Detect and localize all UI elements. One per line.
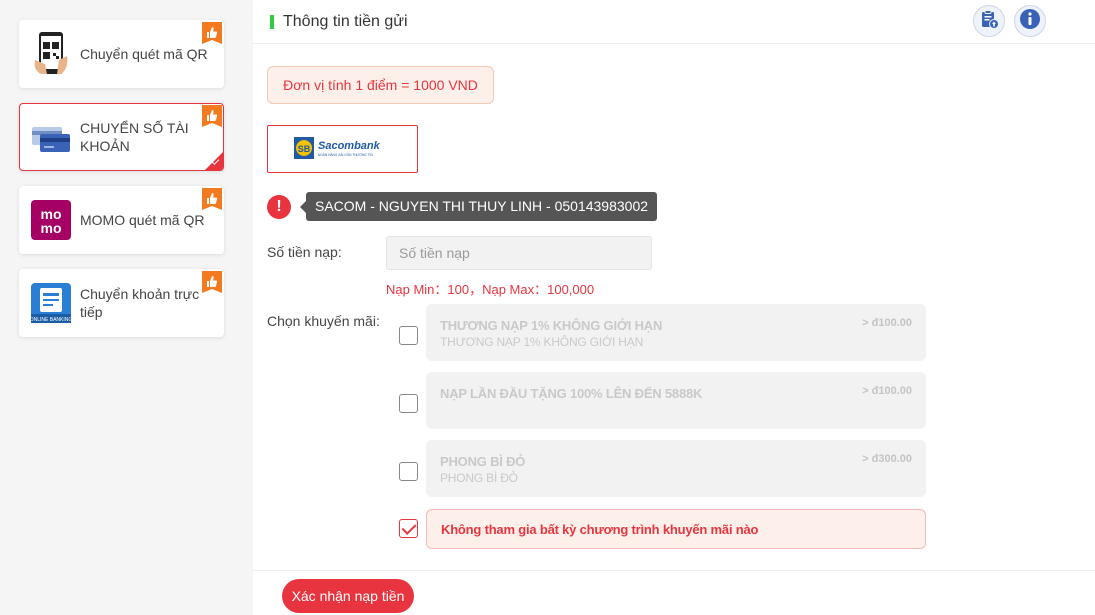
method-momo-qr[interactable]: mo mo MOMO quét mã QR <box>19 186 224 254</box>
promo-checkbox[interactable] <box>399 462 418 481</box>
method-label: Chuyển khoản trực tiếp <box>80 286 200 320</box>
deposit-limits: Nạp Min：100，Nạp Max：100,000 <box>386 282 595 297</box>
amount-label: Số tiền nạp: <box>267 244 342 260</box>
sacombank-logo-icon: SB Sacombank NGÂN HÀNG SÀI GÒN THƯƠNG TÍ… <box>293 137 381 159</box>
promo-option[interactable]: THƯƠNG NẠP 1% KHÔNG GIỚI HẠN THƯƠNG NẠP … <box>426 304 926 361</box>
promo-checkbox[interactable] <box>399 326 418 345</box>
promo-subtitle: THƯƠNG NẠP 1% KHÔNG GIỚI HẠN <box>440 335 644 349</box>
method-direct-transfer[interactable]: ONLINE BANKING Chuyển khoản trực tiếp <box>19 269 224 337</box>
bank-cards-icon <box>31 117 71 157</box>
thumbs-up-badge-icon <box>202 271 222 293</box>
account-tooltip: SACOM - NGUYEN THI THUY LINH - 050143983… <box>299 192 658 221</box>
thumbs-up-badge-icon <box>202 188 222 210</box>
sacombank-logo-name: Sacombank <box>318 140 381 152</box>
method-label: CHUYỂN SỐ TÀI KHOẢN <box>80 120 189 154</box>
online-banking-logo-text: ONLINE BANKING <box>31 317 71 323</box>
unit-note: Đơn vị tính 1 điểm = 1000 VND <box>267 66 494 104</box>
thumbs-up-badge-icon <box>202 105 222 127</box>
promo-title: NẠP LẦN ĐẦU TẶNG 100% LÊN ĐẾN 5888K <box>440 386 703 401</box>
sacombank-logo-mark: SB <box>297 144 310 154</box>
amount-input[interactable] <box>386 236 652 270</box>
payment-method-sidebar: Chuyển quét mã QR CHUYỂN SỐ TÀI KHOẢN mo <box>0 0 253 615</box>
bank-option-sacombank[interactable]: SB Sacombank NGÂN HÀNG SÀI GÒN THƯƠNG TÍ… <box>267 125 418 173</box>
method-qr-transfer[interactable]: Chuyển quét mã QR <box>19 20 224 88</box>
clipboard-upload-icon <box>979 9 999 34</box>
promo-checkbox[interactable] <box>399 394 418 413</box>
thumbs-up-badge-icon <box>202 22 222 44</box>
promo-option[interactable]: PHONG BÌ ĐỎ PHONG BÌ ĐỎ > đ300.00 <box>426 440 926 497</box>
sacombank-logo-tagline: NGÂN HÀNG SÀI GÒN THƯƠNG TÍN <box>318 152 373 157</box>
promo-amount: > đ300.00 <box>862 453 912 465</box>
panel-header: Thông tin tiền gửi <box>253 0 1095 44</box>
info-icon <box>1019 8 1041 35</box>
promo-amount: > đ100.00 <box>862 385 912 397</box>
promo-title: PHONG BÌ ĐỎ <box>440 454 526 469</box>
promo-title: Không tham gia bất kỳ chương trình khuyế… <box>441 522 759 537</box>
promo-label: Chọn khuyến mãi: <box>267 313 380 329</box>
title-accent-bar <box>270 14 274 29</box>
promo-checkbox-selected[interactable] <box>399 519 418 538</box>
deposit-history-button[interactable] <box>973 5 1005 37</box>
promo-option-none[interactable]: Không tham gia bất kỳ chương trình khuyế… <box>426 509 926 549</box>
account-info-alert-icon[interactable]: ! <box>267 195 291 219</box>
promo-amount: > đ100.00 <box>862 317 912 329</box>
phone-qr-icon <box>31 32 71 74</box>
method-label: MOMO quét mã QR <box>80 212 205 228</box>
online-banking-icon: ONLINE BANKING <box>30 283 72 323</box>
promo-title: THƯƠNG NẠP 1% KHÔNG GIỚI HẠN <box>440 318 663 333</box>
momo-logo-text-bottom: mo <box>41 220 62 236</box>
promo-subtitle: PHONG BÌ ĐỎ <box>440 471 518 485</box>
method-label: Chuyển quét mã QR <box>80 46 208 62</box>
page-title: Thông tin tiền gửi <box>283 12 408 30</box>
momo-logo-icon: mo mo <box>31 200 71 240</box>
confirm-deposit-button[interactable]: Xác nhận nạp tiền <box>282 579 414 613</box>
info-button[interactable] <box>1014 5 1046 37</box>
footer-divider <box>253 570 1095 571</box>
deposit-panel: Thông tin tiền gửi Đơn vị tính 1 điểm = … <box>253 0 1095 615</box>
promo-option[interactable]: NẠP LẦN ĐẦU TẶNG 100% LÊN ĐẾN 5888K > đ1… <box>426 372 926 429</box>
method-account-transfer[interactable]: CHUYỂN SỐ TÀI KHOẢN <box>19 103 224 171</box>
selected-check-icon <box>205 152 223 170</box>
